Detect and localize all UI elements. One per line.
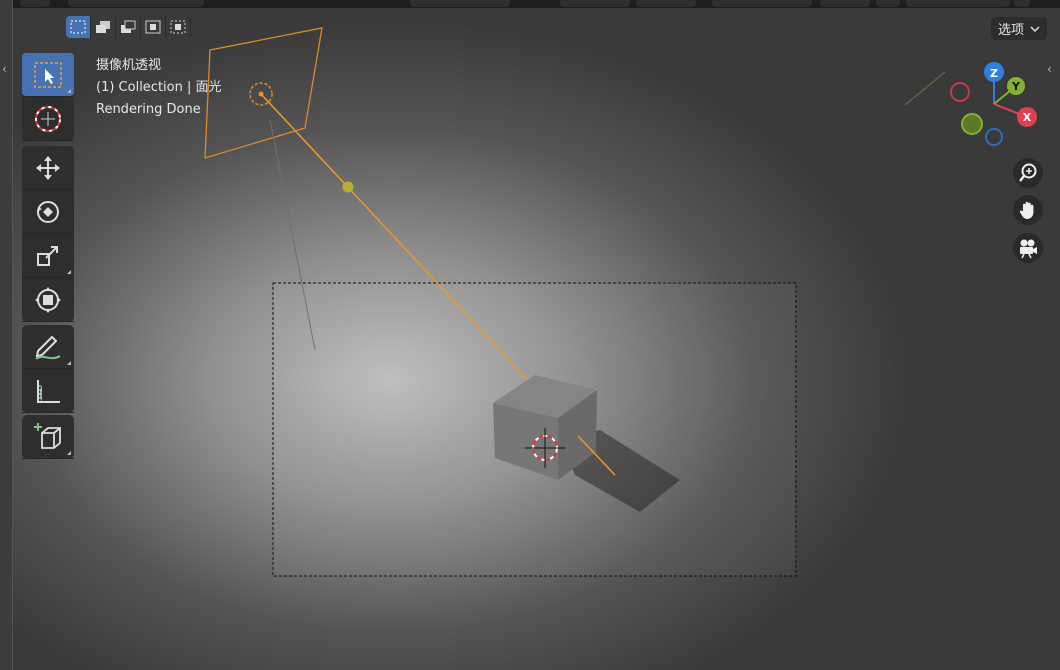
active-object-text: (1) Collection | 面光 — [96, 80, 222, 95]
select-invert-button[interactable] — [141, 16, 166, 38]
tool-select-box[interactable] — [22, 53, 74, 97]
render-status-text: Rendering Done — [96, 102, 201, 117]
3d-viewport[interactable]: ‹ ‹ Z Y X 摄像机透视 (1) Collection | 面光 Rend… — [0, 0, 1060, 670]
move-icon — [36, 155, 60, 180]
cursor-icon — [35, 105, 61, 132]
pan-button[interactable] — [1013, 195, 1043, 225]
rotate-icon — [37, 200, 59, 223]
transform-icon — [35, 286, 61, 313]
select-subtract-button[interactable] — [116, 16, 141, 38]
tool-annotate[interactable] — [22, 325, 74, 369]
tool-scale[interactable] — [22, 234, 74, 278]
annotate-icon — [35, 335, 61, 360]
select-box-icon — [34, 61, 62, 88]
tool-move[interactable] — [22, 146, 74, 190]
scale-icon — [37, 245, 58, 266]
options-dropdown[interactable]: 选项 — [991, 17, 1047, 40]
toolbar-transform-group — [22, 146, 74, 322]
tool-transform[interactable] — [22, 278, 74, 322]
select-extend-button[interactable] — [91, 16, 116, 38]
toolbar-annotate-group — [22, 325, 74, 413]
zoom-icon — [1019, 163, 1037, 182]
hand-pan-icon — [1019, 201, 1034, 219]
select-subtract-icon — [121, 20, 136, 33]
select-invert-icon — [145, 20, 161, 34]
selection-mode-group — [66, 16, 191, 38]
gizmo-x-label: X — [1023, 111, 1032, 124]
gizmo-z-label: Z — [990, 67, 998, 80]
toolbar-select-group — [22, 53, 74, 141]
select-new-icon — [70, 20, 86, 34]
camera-view-button[interactable] — [1013, 233, 1043, 263]
viewport-info-overlay: 摄像机透视 (1) Collection | 面光 Rendering Done — [96, 55, 222, 121]
select-intersect-icon — [170, 20, 186, 34]
chevron-down-icon — [1030, 25, 1040, 32]
select-extend-icon — [96, 21, 110, 33]
select-intersect-button[interactable] — [166, 16, 191, 38]
toolbar-add-group — [22, 415, 74, 459]
zoom-button[interactable] — [1013, 158, 1043, 188]
tool-add-cube[interactable] — [22, 415, 74, 459]
measure-icon — [37, 379, 60, 403]
options-label: 选项 — [997, 23, 1024, 38]
tool-rotate[interactable] — [22, 190, 74, 234]
camera-view-icon — [1020, 239, 1037, 259]
add-cube-icon — [34, 422, 61, 449]
view-mode-text: 摄像机透视 — [96, 58, 162, 73]
gizmo-y-label: Y — [1011, 80, 1021, 93]
tool-cursor[interactable] — [22, 97, 74, 141]
select-new-button[interactable] — [66, 16, 91, 38]
tool-measure[interactable] — [22, 369, 74, 413]
